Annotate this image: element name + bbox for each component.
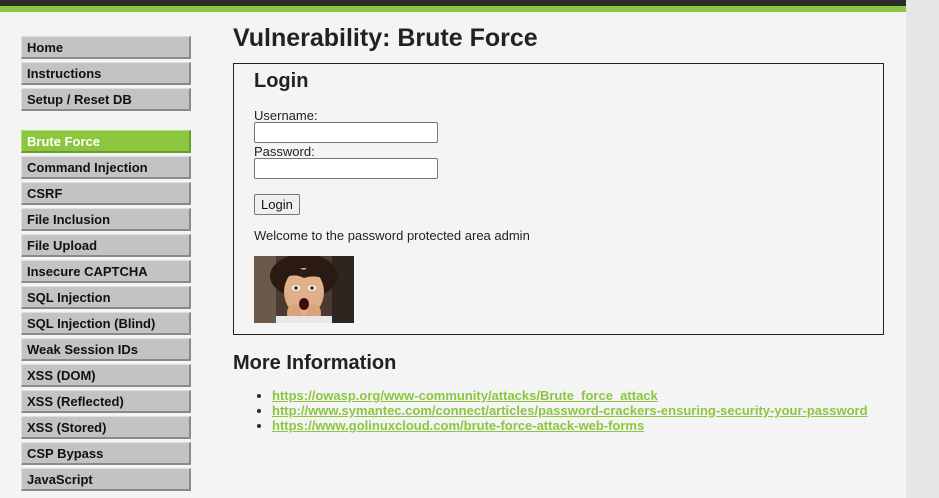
- login-heading: Login: [254, 70, 309, 92]
- owasp-brute-force-link[interactable]: https://owasp.org/www-community/attacks/…: [272, 388, 658, 403]
- more-information-heading: More Information: [233, 352, 397, 374]
- page-title: Vulnerability: Brute Force: [233, 24, 538, 52]
- menu-item-javascript[interactable]: JavaScript: [21, 468, 191, 491]
- user-avatar-image: [254, 256, 354, 323]
- menu-item-file-inclusion[interactable]: File Inclusion: [21, 208, 191, 231]
- window-right-gutter: [906, 0, 939, 498]
- list-item: https://owasp.org/www-community/attacks/…: [272, 388, 868, 403]
- main-content: Vulnerability: Brute Force Login Usernam…: [233, 22, 893, 433]
- menu-item-weak-session-ids[interactable]: Weak Session IDs: [21, 338, 191, 361]
- golinuxcloud-brute-force-link[interactable]: https://www.golinuxcloud.com/brute-force…: [272, 418, 644, 433]
- list-item: https://www.golinuxcloud.com/brute-force…: [272, 418, 868, 433]
- login-panel: Login Username: Password: Login Welcome …: [233, 63, 884, 335]
- menu-group-vulnerabilities: Brute Force Command Injection CSRF File …: [21, 130, 191, 491]
- welcome-message: Welcome to the password protected area a…: [254, 228, 530, 243]
- menu-item-csrf[interactable]: CSRF: [21, 182, 191, 205]
- menu-group-general: Home Instructions Setup / Reset DB: [21, 36, 191, 111]
- symantec-password-crackers-link[interactable]: http://www.symantec.com/connect/articles…: [272, 403, 868, 418]
- more-information-links: https://owasp.org/www-community/attacks/…: [258, 388, 868, 433]
- menu-item-setup-reset-db[interactable]: Setup / Reset DB: [21, 88, 191, 111]
- menu-item-xss-dom[interactable]: XSS (DOM): [21, 364, 191, 387]
- username-input[interactable]: [254, 122, 438, 143]
- page: Home Instructions Setup / Reset DB Brute…: [0, 0, 906, 498]
- menu-item-csp-bypass[interactable]: CSP Bypass: [21, 442, 191, 465]
- password-input[interactable]: [254, 158, 438, 179]
- header-accent-bar: [0, 6, 906, 12]
- list-item: http://www.symantec.com/connect/articles…: [272, 403, 868, 418]
- menu-item-sql-injection-blind[interactable]: SQL Injection (Blind): [21, 312, 191, 335]
- password-label: Password:: [254, 144, 315, 159]
- menu-item-insecure-captcha[interactable]: Insecure CAPTCHA: [21, 260, 191, 283]
- menu-item-brute-force[interactable]: Brute Force: [21, 130, 191, 153]
- menu-item-instructions[interactable]: Instructions: [21, 62, 191, 85]
- username-label: Username:: [254, 108, 318, 123]
- menu-item-command-injection[interactable]: Command Injection: [21, 156, 191, 179]
- menu-item-file-upload[interactable]: File Upload: [21, 234, 191, 257]
- user-photo-illustration: [254, 256, 354, 323]
- sidebar-menu: Home Instructions Setup / Reset DB Brute…: [21, 36, 191, 498]
- menu-item-home[interactable]: Home: [21, 36, 191, 59]
- menu-item-xss-reflected[interactable]: XSS (Reflected): [21, 390, 191, 413]
- menu-item-xss-stored[interactable]: XSS (Stored): [21, 416, 191, 439]
- login-button[interactable]: Login: [254, 194, 300, 215]
- menu-item-sql-injection[interactable]: SQL Injection: [21, 286, 191, 309]
